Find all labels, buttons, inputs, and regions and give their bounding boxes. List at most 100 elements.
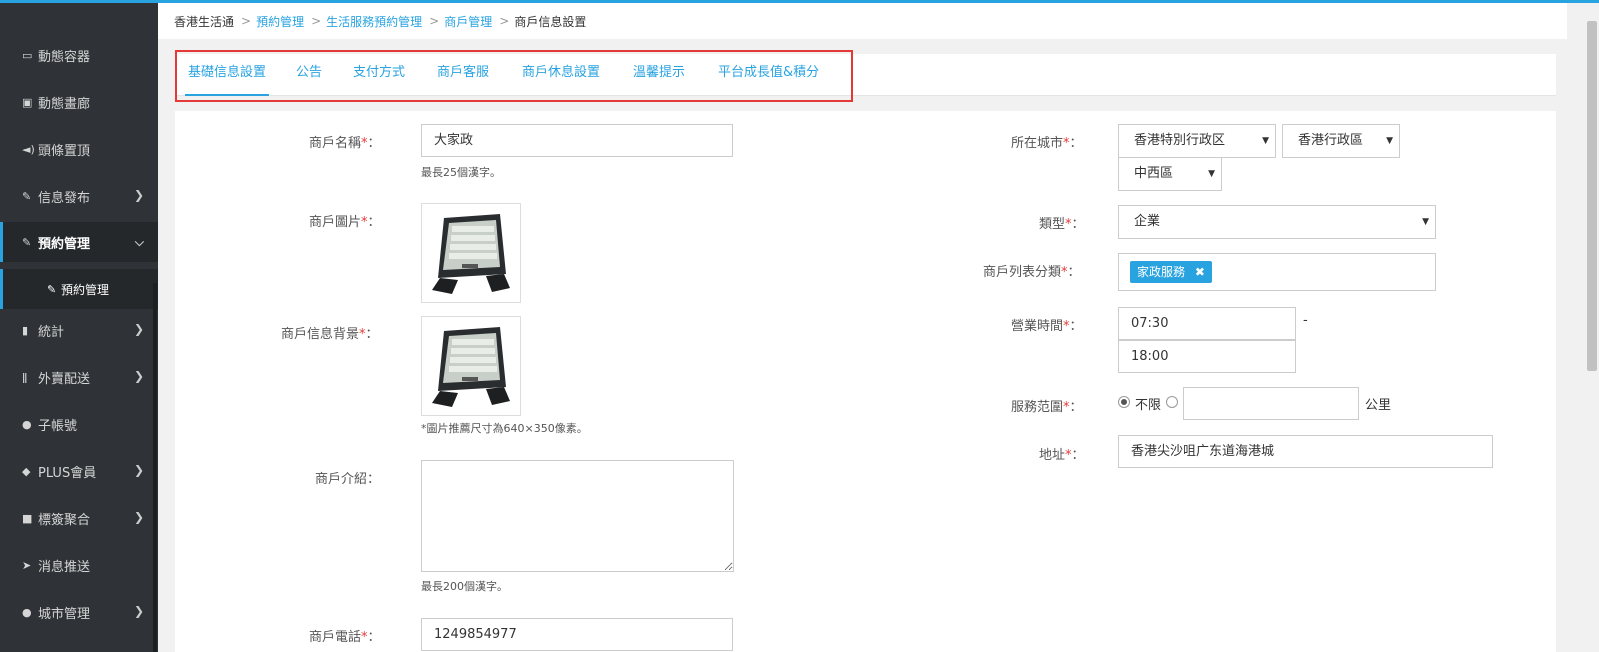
chevron-right-icon: ❯: [133, 463, 144, 477]
type-label: 類型*：: [1039, 217, 1085, 232]
sidebar-subitem-booking-management[interactable]: ✎ 預約管理: [0, 269, 158, 309]
sidebar: ▭ 動態容器 ▣ 動態畫廊 ◄) 頭條置頂 ✎ 信息發布 ❯ ✎ 預約管理 ⌵ …: [0, 3, 158, 652]
sidebar-item-booking-management[interactable]: ✎ 預約管理 ⌵: [0, 222, 158, 262]
breadcrumb-separator-icon: >: [429, 14, 440, 28]
tab-announcement[interactable]: 公告: [296, 54, 322, 96]
tab-rest-settings[interactable]: 商戶休息設置: [522, 54, 600, 96]
breadcrumb-separator-icon: >: [499, 14, 510, 28]
hours-start-input[interactable]: 07:30: [1118, 307, 1296, 340]
caret-down-icon: ▼: [1422, 217, 1429, 227]
tab-warm-tips[interactable]: 溫馨提示: [633, 54, 685, 96]
province-select[interactable]: 香港特別行政区 ▼: [1118, 124, 1276, 158]
category-tag[interactable]: 家政服務 ✖: [1130, 261, 1212, 283]
breadcrumb-current: 商戶信息設置: [514, 14, 587, 29]
page-scrollbar[interactable]: [1584, 3, 1599, 652]
sidebar-scrollbar[interactable]: [153, 283, 157, 652]
range-unlimited-label: 不限: [1135, 398, 1162, 413]
page-scrollbar-thumb[interactable]: [1587, 21, 1597, 371]
tab-customer-service[interactable]: 商戶客服: [437, 54, 489, 96]
sidebar-item-dynamic-container[interactable]: ▭ 動態容器: [0, 35, 158, 75]
sidebar-item-label: 城市管理: [38, 606, 91, 622]
hours-label: 營業時間*：: [1011, 319, 1083, 334]
check-edit-icon: ✎: [47, 282, 57, 296]
user-icon: ●: [22, 417, 32, 431]
tab-payment-methods[interactable]: 支付方式: [353, 54, 405, 96]
breadcrumb-service-booking[interactable]: 生活服務預約管理: [326, 13, 422, 30]
sidebar-item-label: 消息推送: [38, 559, 91, 575]
merchant-name-input[interactable]: 大家政: [421, 124, 733, 157]
merchant-intro-help: 最長200個漢字。: [421, 580, 508, 593]
sidebar-item-message-push[interactable]: ➤ 消息推送: [0, 545, 158, 585]
category-label: 商戶列表分類*：: [983, 265, 1081, 280]
sidebar-item-label: 動態容器: [38, 49, 91, 65]
merchant-phone-input[interactable]: 1249854977: [421, 618, 733, 651]
edit-icon: ✎: [22, 189, 32, 203]
sidebar-item-city-management[interactable]: ● 城市管理 ❯: [0, 592, 158, 632]
merchant-image-thumbnail[interactable]: [421, 203, 521, 303]
merchant-intro-textarea[interactable]: [421, 460, 734, 572]
merchant-background-thumbnail[interactable]: [421, 316, 521, 416]
remove-tag-icon[interactable]: ✖: [1195, 265, 1205, 279]
hours-dash: -: [1303, 313, 1308, 328]
sidebar-item-label: 預約管理: [38, 236, 91, 252]
floodlight-image-icon: [432, 327, 510, 407]
sidebar-item-label: 標簽聚合: [38, 512, 91, 528]
sidebar-item-headline-top[interactable]: ◄) 頭條置頂: [0, 129, 158, 169]
category-tag-label: 家政服務: [1137, 265, 1186, 279]
sidebar-item-sub-accounts[interactable]: ● 子帳號: [0, 404, 158, 444]
sidebar-item-statistics[interactable]: ▮ 統計 ❯: [0, 310, 158, 350]
sidebar-item-tag-aggregation[interactable]: ■ 標簽聚合 ❯: [0, 498, 158, 538]
sidebar-item-label: 外賣配送: [38, 371, 91, 387]
chevron-right-icon: ❯: [133, 510, 144, 524]
bar-chart-icon: ▮: [22, 323, 29, 337]
sidebar-item-dynamic-gallery[interactable]: ▣ 動態畫廊: [0, 82, 158, 122]
merchant-name-help: 最長25個漢字。: [421, 166, 501, 179]
type-select-value: 企業: [1134, 214, 1161, 229]
range-unit-label: 公里: [1365, 398, 1392, 413]
merchant-phone-label: 商戶電話*：: [309, 630, 381, 645]
cutlery-icon: ǁ: [22, 370, 28, 384]
type-select[interactable]: 企業 ▼: [1118, 205, 1436, 239]
breadcrumb-merchant-management[interactable]: 商戶管理: [444, 13, 492, 30]
tab-basic-info[interactable]: 基礎信息設置: [185, 54, 270, 96]
chevron-right-icon: ❯: [133, 369, 144, 383]
image-icon: ▣: [22, 95, 33, 109]
sidebar-item-takeout-delivery[interactable]: ǁ 外賣配送 ❯: [0, 357, 158, 397]
sidebar-item-label: 動態畫廊: [38, 96, 91, 112]
district-select[interactable]: 中西區 ▼: [1118, 157, 1222, 191]
diamond-icon: ◆: [22, 464, 31, 478]
hours-end-input[interactable]: 18:00: [1118, 340, 1296, 373]
caret-down-icon: ▼: [1386, 136, 1393, 146]
breadcrumb-home[interactable]: 香港生活通: [174, 13, 234, 30]
address-label: 地址*：: [1039, 448, 1085, 463]
sidebar-item-label: 頭條置頂: [38, 143, 91, 159]
breadcrumb-booking[interactable]: 預約管理: [256, 13, 304, 30]
address-input[interactable]: 香港尖沙咀广东道海港城: [1118, 435, 1493, 468]
merchant-name-label: 商戶名稱*：: [309, 136, 381, 151]
service-range-label: 服務范圍*：: [1011, 400, 1083, 415]
sidebar-item-label: 子帳號: [38, 418, 78, 434]
caret-down-icon: ▼: [1262, 136, 1269, 146]
city-select[interactable]: 香港行政區 ▼: [1282, 124, 1400, 158]
megaphone-icon: ◄): [22, 142, 35, 156]
merchant-intro-label: 商戶介紹：: [315, 472, 381, 487]
caret-down-icon: ▼: [1208, 169, 1215, 179]
map-marker-icon: ●: [22, 605, 32, 619]
chevron-right-icon: ❯: [133, 604, 144, 618]
range-km-input[interactable]: [1183, 387, 1359, 420]
range-unlimited-radio[interactable]: [1118, 396, 1130, 408]
chevron-right-icon: ❯: [133, 322, 144, 336]
sidebar-item-label: 統計: [38, 324, 65, 340]
tablet-icon: ▭: [22, 48, 33, 62]
background-size-help: *圖片推薦尺寸為640×350像素。: [421, 422, 588, 435]
city-label: 所在城市*：: [1011, 136, 1083, 151]
check-edit-icon: ✎: [22, 235, 32, 249]
merchant-image-label: 商戶圖片*：: [309, 215, 381, 230]
sidebar-item-info-publish[interactable]: ✎ 信息發布 ❯: [0, 176, 158, 216]
range-custom-radio[interactable]: [1166, 396, 1178, 408]
stop-icon: ■: [22, 511, 33, 525]
merchant-form-panel: 商戶名稱*： 大家政 最長25個漢字。 商戶圖片*： 商戶信息背景*： *圖片推…: [175, 111, 1556, 652]
breadcrumb-separator-icon: >: [311, 14, 322, 28]
tab-growth-points[interactable]: 平台成長值&積分: [718, 54, 819, 96]
sidebar-item-plus-member[interactable]: ◆ PLUS會員 ❯: [0, 451, 158, 491]
